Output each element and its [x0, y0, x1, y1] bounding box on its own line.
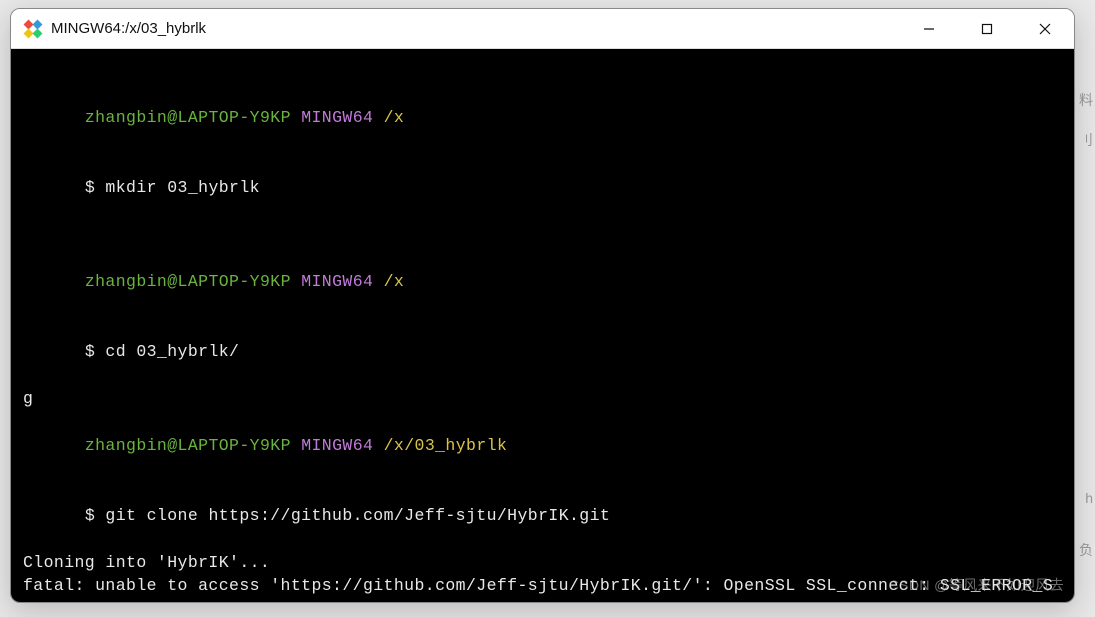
prompt-path: /x/03_hybrlk — [384, 436, 508, 455]
watermark: CSDN @等风来不如迎风去 — [889, 576, 1064, 596]
maximize-button[interactable] — [958, 9, 1016, 48]
bg-fragment: 刂 — [1079, 130, 1093, 150]
dollar-prompt: $ — [85, 342, 106, 361]
prompt-at: @ — [167, 108, 177, 127]
terminal-body[interactable]: zhangbin@LAPTOP-Y9KP MINGW64 /x $ mkdir … — [11, 49, 1074, 602]
dollar-prompt: $ — [85, 178, 106, 197]
output-line: g — [23, 387, 1062, 410]
prompt-host: LAPTOP-Y9KP — [178, 436, 291, 455]
output-line: Cloning into 'HybrIK'... — [23, 551, 1062, 574]
window-title: MINGW64:/x/03_hybrlk — [51, 20, 900, 37]
command-text: git clone https://github.com/Jeff-sjtu/H… — [105, 506, 610, 525]
prompt-line: zhangbin@LAPTOP-Y9KP MINGW64 /x — [23, 246, 1062, 316]
prompt-env: MINGW64 — [301, 108, 373, 127]
prompt-user: zhangbin — [85, 108, 167, 127]
bg-fragment: 料 — [1079, 90, 1093, 110]
dollar-prompt: $ — [85, 506, 106, 525]
close-button[interactable] — [1016, 9, 1074, 48]
prompt-line: zhangbin@LAPTOP-Y9KP MINGW64 /x — [23, 82, 1062, 152]
bg-fragment: h — [1085, 490, 1093, 506]
prompt-env: MINGW64 — [301, 272, 373, 291]
prompt-path: /x — [384, 108, 405, 127]
window-controls — [900, 9, 1074, 48]
prompt-at: @ — [167, 436, 177, 455]
command-line: $ mkdir 03_hybrlk — [23, 153, 1062, 223]
prompt-user: zhangbin — [85, 272, 167, 291]
app-icon — [23, 19, 43, 39]
command-text: cd 03_hybrlk/ — [105, 342, 239, 361]
bg-fragment: 负 — [1079, 540, 1093, 560]
prompt-at: @ — [167, 272, 177, 291]
titlebar[interactable]: MINGW64:/x/03_hybrlk — [11, 9, 1074, 49]
prompt-user: zhangbin — [85, 436, 167, 455]
prompt-host: LAPTOP-Y9KP — [178, 272, 291, 291]
command-line: $ cd 03_hybrlk/ — [23, 317, 1062, 387]
command-text: mkdir 03_hybrlk — [105, 178, 260, 197]
prompt-host: LAPTOP-Y9KP — [178, 108, 291, 127]
minimize-button[interactable] — [900, 9, 958, 48]
prompt-path: /x — [384, 272, 405, 291]
command-line: $ git clone https://github.com/Jeff-sjtu… — [23, 481, 1062, 551]
terminal-window: MINGW64:/x/03_hybrlk zhangbin@LAPTOP-Y9K… — [10, 8, 1075, 603]
prompt-env: MINGW64 — [301, 436, 373, 455]
prompt-line: zhangbin@LAPTOP-Y9KP MINGW64 /x/03_hybrl… — [23, 410, 1062, 480]
